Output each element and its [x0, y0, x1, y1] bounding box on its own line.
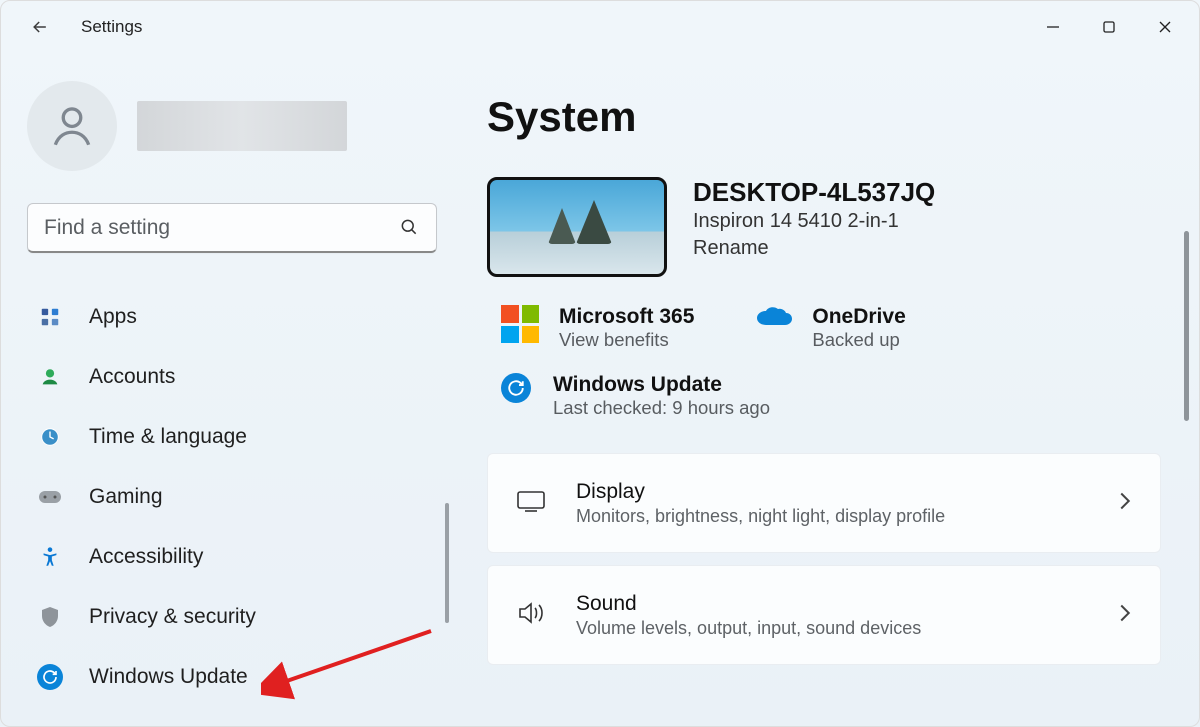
- gaming-icon: [37, 484, 63, 510]
- info-title: Windows Update: [553, 373, 770, 397]
- onedrive-icon: [754, 305, 792, 343]
- profile-block[interactable]: [27, 81, 437, 171]
- nav-item-windows-update[interactable]: Windows Update: [27, 647, 437, 707]
- nav-item-accounts[interactable]: Accounts: [27, 347, 437, 407]
- page-title: System: [487, 93, 1161, 141]
- maximize-button[interactable]: [1081, 7, 1137, 47]
- sidebar-scrollbar[interactable]: [445, 503, 449, 623]
- main-content: System DESKTOP-4L537JQ Inspiron 14 5410 …: [461, 53, 1199, 726]
- row-title: Display: [576, 480, 1090, 504]
- close-button[interactable]: [1137, 7, 1193, 47]
- sound-icon: [516, 600, 548, 631]
- device-block: DESKTOP-4L537JQ Inspiron 14 5410 2-in-1 …: [487, 177, 1161, 277]
- row-title: Sound: [576, 592, 1090, 616]
- info-title: OneDrive: [812, 305, 905, 329]
- shield-icon: [37, 604, 63, 630]
- info-title: Microsoft 365: [559, 305, 694, 329]
- setting-row-display[interactable]: Display Monitors, brightness, night ligh…: [487, 453, 1161, 553]
- nav-label: Accessibility: [89, 545, 203, 569]
- nav-label: Privacy & security: [89, 605, 256, 629]
- chevron-right-icon: [1118, 491, 1132, 516]
- profile-name-placeholder: [137, 101, 347, 151]
- time-language-icon: [37, 424, 63, 450]
- window-title: Settings: [81, 17, 142, 37]
- windows-update-icon: [37, 664, 63, 690]
- display-icon: [516, 489, 548, 518]
- accessibility-icon: [37, 544, 63, 570]
- device-wallpaper-thumb: [487, 177, 667, 277]
- avatar: [27, 81, 117, 171]
- nav-item-privacy-security[interactable]: Privacy & security: [27, 587, 437, 647]
- nav-label: Windows Update: [89, 665, 248, 689]
- info-sub: View benefits: [559, 329, 694, 351]
- search-icon: [399, 217, 419, 242]
- info-sub: Backed up: [812, 329, 905, 351]
- nav-label: Time & language: [89, 425, 247, 449]
- info-card-onedrive[interactable]: OneDrive Backed up: [754, 305, 905, 351]
- nav-item-gaming[interactable]: Gaming: [27, 467, 437, 527]
- search-wrap: [27, 203, 437, 253]
- setting-row-sound[interactable]: Sound Volume levels, output, input, soun…: [487, 565, 1161, 665]
- info-cards: Microsoft 365 View benefits OneDrive Bac…: [501, 305, 1161, 351]
- info-card-windows-update[interactable]: Windows Update Last checked: 9 hours ago: [501, 373, 1161, 419]
- search-input[interactable]: [27, 203, 437, 253]
- device-info: DESKTOP-4L537JQ Inspiron 14 5410 2-in-1 …: [693, 177, 935, 260]
- info-card-microsoft365[interactable]: Microsoft 365 View benefits: [501, 305, 694, 351]
- windows-update-icon: [501, 373, 531, 403]
- device-model: Inspiron 14 5410 2-in-1: [693, 210, 935, 233]
- microsoft-logo-icon: [501, 305, 539, 343]
- row-sub: Volume levels, output, input, sound devi…: [576, 618, 1090, 639]
- nav: Apps Accounts Time & language Gaming Acc…: [27, 287, 437, 707]
- titlebar: Settings: [1, 1, 1199, 53]
- minimize-button[interactable]: [1025, 7, 1081, 47]
- window-controls: [1025, 7, 1193, 47]
- back-button[interactable]: [23, 10, 57, 44]
- nav-item-accessibility[interactable]: Accessibility: [27, 527, 437, 587]
- sidebar: Apps Accounts Time & language Gaming Acc…: [1, 53, 461, 726]
- nav-label: Apps: [89, 305, 137, 329]
- rename-link[interactable]: Rename: [693, 237, 935, 260]
- nav-label: Gaming: [89, 485, 163, 509]
- chevron-right-icon: [1118, 603, 1132, 628]
- row-sub: Monitors, brightness, night light, displ…: [576, 506, 1090, 527]
- nav-label: Accounts: [89, 365, 175, 389]
- device-name: DESKTOP-4L537JQ: [693, 177, 935, 208]
- apps-icon: [37, 304, 63, 330]
- nav-item-time-language[interactable]: Time & language: [27, 407, 437, 467]
- nav-item-apps[interactable]: Apps: [27, 287, 437, 347]
- accounts-icon: [37, 364, 63, 390]
- layout: Apps Accounts Time & language Gaming Acc…: [1, 53, 1199, 726]
- info-sub: Last checked: 9 hours ago: [553, 397, 770, 419]
- main-scrollbar[interactable]: [1184, 231, 1189, 421]
